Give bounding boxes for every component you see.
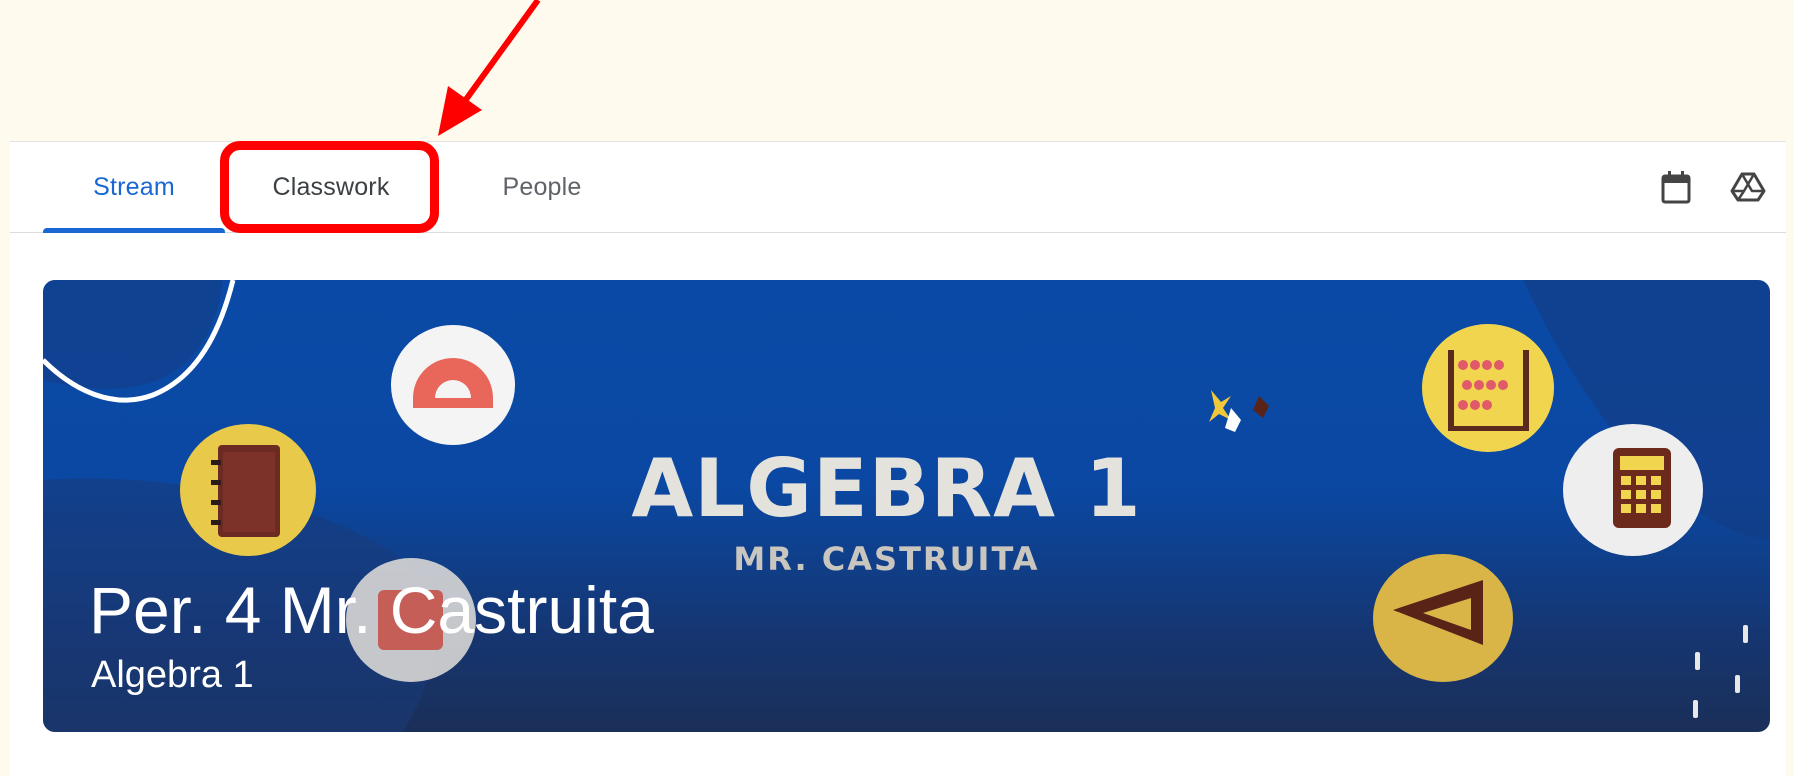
tab-stream-label: Stream: [93, 172, 175, 201]
calendar-icon[interactable]: [1653, 164, 1699, 210]
class-banner: ALGEBRA 1 MR. CASTRUITA Per. 4 Mr. Castr…: [43, 280, 1770, 732]
tab-people-label: People: [502, 172, 582, 201]
class-name: Per. 4 Mr. Castruita: [89, 573, 654, 647]
tab-classwork-label: Classwork: [272, 172, 390, 201]
google-drive-icon[interactable]: [1725, 164, 1771, 210]
tab-bar: Stream Classwork People: [10, 141, 1786, 233]
classroom-page: Stream Classwork People ALGEBRA 1 MR. CA…: [10, 141, 1786, 776]
class-section: Algebra 1: [91, 654, 254, 696]
banner-art-title: ALGEBRA 1: [631, 442, 1142, 535]
active-tab-indicator: [43, 228, 225, 233]
tab-classwork[interactable]: Classwork: [225, 142, 437, 232]
tab-stream[interactable]: Stream: [43, 142, 225, 233]
tab-people[interactable]: People: [462, 142, 622, 232]
